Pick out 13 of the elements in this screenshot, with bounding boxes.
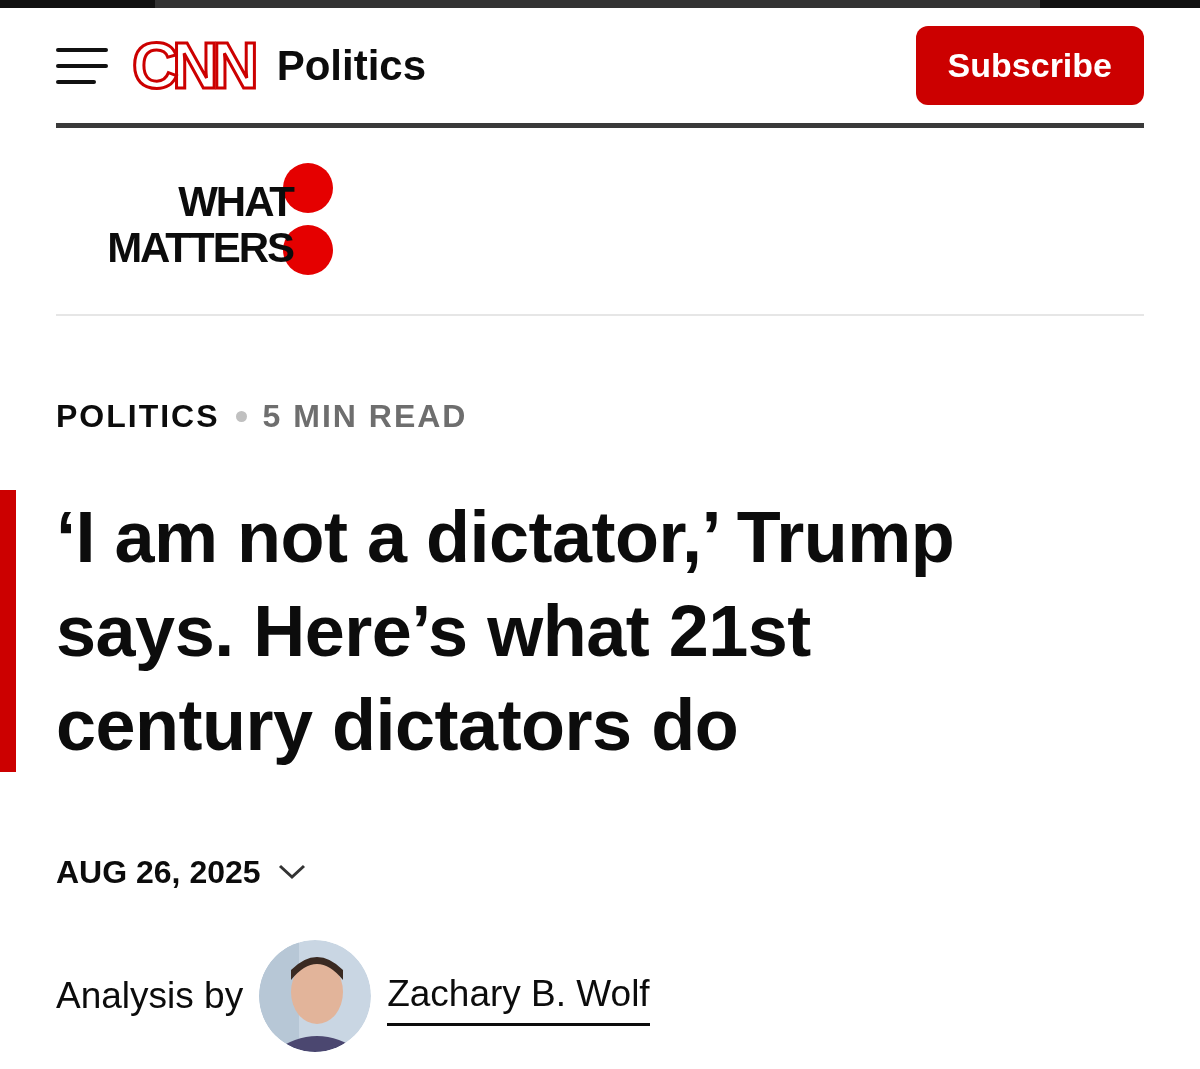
headline: ‘I am not a dictator,’ Trump says. Here’s what 21st century dictators do: [56, 496, 956, 767]
author-link[interactable]: Zachary B. Wolf: [387, 965, 650, 1027]
menu-icon[interactable]: [56, 46, 108, 85]
publish-date: AUG 26, 2025: [56, 853, 261, 892]
category-label[interactable]: POLITICS: [56, 392, 220, 440]
section-title[interactable]: Politics: [276, 34, 427, 97]
byline-label: Analysis by: [56, 974, 244, 1019]
brand-logo-text: WHAT: [178, 179, 293, 225]
read-time: 5 MIN READ: [262, 397, 468, 436]
separator-dot: [235, 410, 247, 422]
subscribe-button[interactable]: Subscribe: [915, 26, 1144, 105]
chevron-icon[interactable]: [276, 862, 307, 882]
logo[interactable]: CNN: [132, 33, 253, 98]
